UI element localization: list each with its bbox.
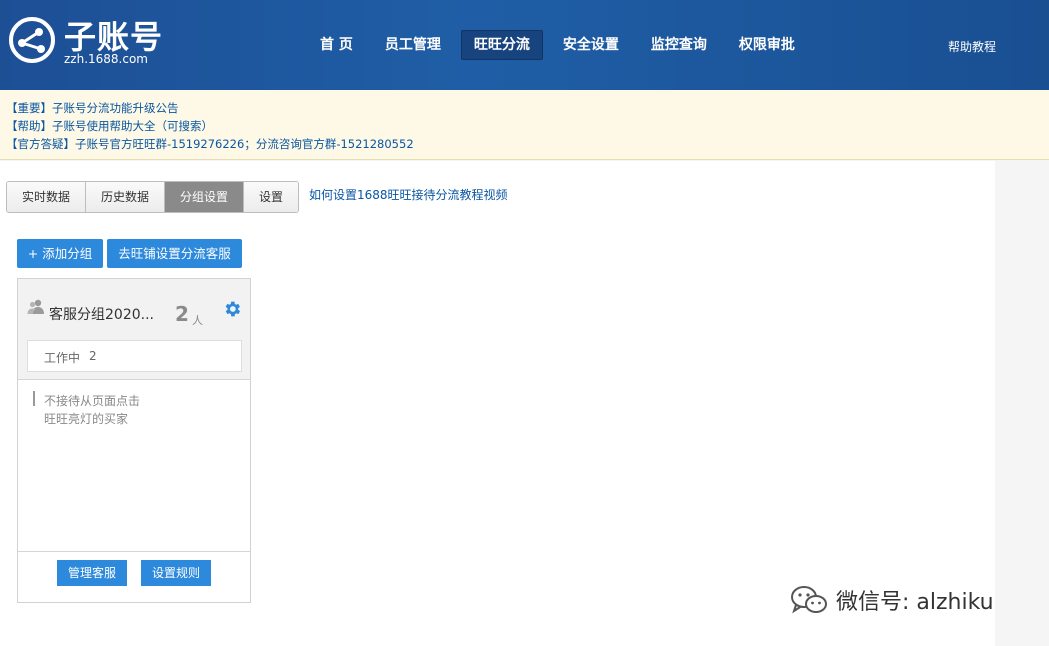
- help-link[interactable]: 帮助教程: [948, 38, 996, 55]
- rule-description: 不接待从页面点击 旺旺亮灯的买家: [44, 392, 224, 428]
- notice-item[interactable]: 【官方答疑】子账号官方旺旺群-1519276226；分流咨询官方群-152128…: [6, 135, 1049, 153]
- tab-bar: 实时数据 历史数据 分组设置 设置: [6, 181, 299, 213]
- rule-marker: [33, 391, 35, 406]
- nav-home[interactable]: 首 页: [308, 30, 365, 60]
- group-member-unit: 人: [192, 314, 203, 327]
- group-card: 客服分组2020... 2 人 工作中 2 不接待从页面点击 旺旺亮灯的买家 管…: [17, 278, 251, 603]
- watermark-text: 微信号: alzhiku: [836, 590, 994, 615]
- group-name: 客服分组2020...: [49, 307, 154, 323]
- manage-staff-button[interactable]: 管理客服: [57, 560, 127, 586]
- tab-group-settings[interactable]: 分组设置: [165, 182, 244, 212]
- page: 子账号 zzh.1688.com 首 页 员工管理 旺旺分流 安全设置 监控查询…: [0, 0, 1049, 646]
- watermark: 微信号: alzhiku: [790, 585, 994, 615]
- tutorial-video-link[interactable]: 如何设置1688旺旺接待分流教程视频: [309, 186, 508, 203]
- working-status-box: 工作中 2: [27, 340, 242, 372]
- group-card-header: 客服分组2020... 2 人 工作中 2: [18, 279, 250, 380]
- add-group-button[interactable]: + 添加分组: [17, 239, 103, 268]
- notice-text[interactable]: 子账号分流功能升级公告: [52, 101, 179, 115]
- notice-tag: 【帮助】: [6, 119, 52, 133]
- tab-realtime[interactable]: 实时数据: [7, 182, 86, 212]
- notice-item[interactable]: 【重要】子账号分流功能升级公告: [6, 99, 1049, 117]
- logo-subtitle: zzh.1688.com: [64, 52, 148, 66]
- tab-settings[interactable]: 设置: [244, 182, 298, 212]
- tab-history[interactable]: 历史数据: [86, 182, 165, 212]
- gear-icon[interactable]: [222, 299, 242, 319]
- notice-text[interactable]: 子账号官方旺旺群-1519276226；分流咨询官方群-1521280552: [75, 137, 414, 151]
- nav-staff[interactable]: 员工管理: [373, 30, 453, 60]
- main-nav: 首 页 员工管理 旺旺分流 安全设置 监控查询 权限审批: [308, 30, 815, 60]
- nav-monitor[interactable]: 监控查询: [639, 30, 719, 60]
- rule-line: 旺旺亮灯的买家: [44, 412, 129, 426]
- notice-bar: 【重要】子账号分流功能升级公告 【帮助】子账号使用帮助大全（可搜索） 【官方答疑…: [0, 90, 1049, 160]
- main-content: 实时数据 历史数据 分组设置 设置 如何设置1688旺旺接待分流教程视频 + 添…: [0, 161, 995, 646]
- set-rule-button[interactable]: 设置规则: [141, 560, 211, 586]
- status-count: 2: [89, 349, 97, 363]
- group-card-body: 不接待从页面点击 旺旺亮灯的买家: [18, 381, 250, 553]
- notice-item[interactable]: 【帮助】子账号使用帮助大全（可搜索）: [6, 117, 1049, 135]
- shop-routing-button[interactable]: 去旺铺设置分流客服: [107, 239, 242, 268]
- header: 子账号 zzh.1688.com 首 页 员工管理 旺旺分流 安全设置 监控查询…: [0, 0, 1049, 90]
- notice-tag: 【重要】: [6, 101, 52, 115]
- users-icon: [27, 299, 44, 314]
- wechat-icon: [791, 586, 827, 614]
- notice-tag: 【官方答疑】: [6, 137, 75, 151]
- nav-security[interactable]: 安全设置: [551, 30, 631, 60]
- rule-line: 不接待从页面点击: [44, 394, 141, 408]
- nav-permission[interactable]: 权限审批: [727, 30, 807, 60]
- group-card-footer: 管理客服 设置规则: [18, 551, 250, 602]
- group-member-count: 2: [175, 302, 189, 326]
- logo-icon: [9, 17, 55, 63]
- status-label: 工作中: [44, 351, 81, 365]
- nav-wangwang-routing[interactable]: 旺旺分流: [460, 30, 543, 60]
- notice-text[interactable]: 子账号使用帮助大全（可搜索）: [52, 119, 213, 133]
